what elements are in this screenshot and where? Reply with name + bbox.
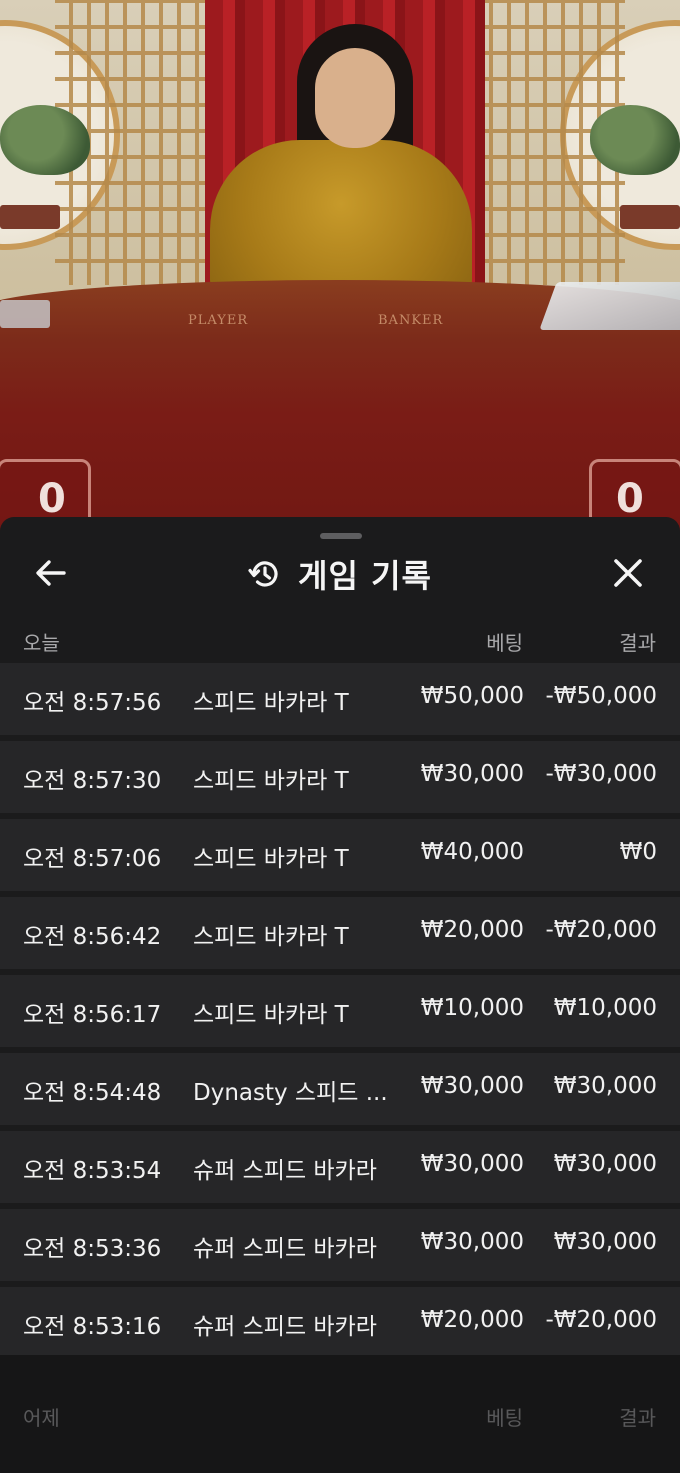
table-player-label: PLAYER <box>188 313 249 328</box>
row-bet: ₩40,000 <box>420 839 524 865</box>
player-score: 0 <box>38 476 66 522</box>
history-row[interactable]: 오전 8:53:16 슈퍼 스피드 바카라 ₩20,000 -₩20,000 <box>0 1287 680 1359</box>
row-result: ₩10,000 <box>553 995 657 1021</box>
row-result: -₩20,000 <box>545 1307 657 1333</box>
row-time: 오전 8:53:54 <box>23 1158 162 1184</box>
row-bet: ₩30,000 <box>420 761 524 787</box>
table-banker-label: BANKER <box>378 313 444 328</box>
row-game: 스피드 바카라 T <box>193 846 349 872</box>
row-game: 스피드 바카라 T <box>193 924 349 950</box>
arrow-left-icon <box>35 559 67 591</box>
row-game: 스피드 바카라 T <box>193 690 349 716</box>
row-game: 슈퍼 스피드 바카라 <box>193 1314 377 1340</box>
bet-column-header: 베팅 <box>486 631 523 655</box>
history-row[interactable]: 오전 8:53:36 슈퍼 스피드 바카라 ₩30,000 ₩30,000 <box>0 1209 680 1281</box>
history-row[interactable]: 오전 8:57:56 스피드 바카라 T ₩50,000 -₩50,000 <box>0 663 680 735</box>
yesterday-section-header: 어제 베팅 결과 <box>0 1394 680 1434</box>
bonsai-pot-right <box>620 205 680 229</box>
game-history-sheet: 게임 기록 오늘 베팅 결과 오전 8:57:56 스피드 바카라 T ₩50, <box>0 517 680 1473</box>
row-bet: ₩10,000 <box>420 995 524 1021</box>
history-row[interactable]: 오전 8:53:54 슈퍼 스피드 바카라 ₩30,000 ₩30,000 <box>0 1131 680 1203</box>
yesterday-label: 어제 <box>23 1406 60 1430</box>
row-result: ₩30,000 <box>553 1151 657 1177</box>
history-row[interactable]: 오전 8:57:06 스피드 바카라 T ₩40,000 ₩0 <box>0 819 680 891</box>
dealer-face <box>315 48 395 148</box>
row-time: 오전 8:57:06 <box>23 846 162 872</box>
row-bet: ₩30,000 <box>420 1151 524 1177</box>
back-button[interactable] <box>26 557 76 593</box>
row-result: ₩30,000 <box>553 1073 657 1099</box>
chip-tray <box>0 300 50 328</box>
row-bet: ₩20,000 <box>420 1307 524 1333</box>
row-result: -₩50,000 <box>545 683 657 709</box>
row-result: -₩30,000 <box>545 761 657 787</box>
close-button[interactable] <box>603 557 653 593</box>
page-title: 게임 기록 <box>298 557 432 595</box>
row-bet: ₩20,000 <box>420 917 524 943</box>
row-time: 오전 8:53:16 <box>23 1314 162 1340</box>
row-bet: ₩30,000 <box>420 1229 524 1255</box>
row-time: 오전 8:57:56 <box>23 690 162 716</box>
row-time: 오전 8:56:17 <box>23 1002 162 1028</box>
history-row[interactable]: 오전 8:56:42 스피드 바카라 T ₩20,000 -₩20,000 <box>0 897 680 969</box>
result-column-header: 결과 <box>619 631 656 655</box>
bet-column-header: 베팅 <box>486 1406 523 1430</box>
sheet-header: 게임 기록 <box>0 539 680 609</box>
live-video-feed: PLAYER BANKER 0 0 <box>0 0 680 540</box>
row-game: 슈퍼 스피드 바카라 <box>193 1236 377 1262</box>
bonsai-pot-left <box>0 205 60 229</box>
today-section-header: 오늘 베팅 결과 <box>0 619 680 659</box>
result-column-header: 결과 <box>619 1406 656 1430</box>
row-game: 슈퍼 스피드 바카라 <box>193 1158 377 1184</box>
row-bet: ₩30,000 <box>420 1073 524 1099</box>
close-x-icon <box>613 558 643 592</box>
banker-score: 0 <box>616 476 644 522</box>
row-time: 오전 8:56:42 <box>23 924 162 950</box>
history-row[interactable]: 오전 8:54:48 Dynasty 스피드 ... ₩30,000 ₩30,0… <box>0 1053 680 1125</box>
row-result: ₩0 <box>619 839 657 865</box>
row-result: ₩30,000 <box>553 1229 657 1255</box>
row-result: -₩20,000 <box>545 917 657 943</box>
title-group: 게임 기록 <box>0 539 680 609</box>
dealer-body <box>210 140 472 300</box>
row-game: 스피드 바카라 T <box>193 768 349 794</box>
row-time: 오전 8:54:48 <box>23 1080 162 1106</box>
card-shoe <box>539 282 680 330</box>
history-row[interactable]: 오전 8:56:17 스피드 바카라 T ₩10,000 ₩10,000 <box>0 975 680 1047</box>
today-label: 오늘 <box>23 631 60 655</box>
history-clock-icon <box>248 557 282 591</box>
row-time: 오전 8:57:30 <box>23 768 162 794</box>
row-bet: ₩50,000 <box>420 683 524 709</box>
row-time: 오전 8:53:36 <box>23 1236 162 1262</box>
history-row[interactable]: 오전 8:57:30 스피드 바카라 T ₩30,000 -₩30,000 <box>0 741 680 813</box>
row-game: 스피드 바카라 T <box>193 1002 349 1028</box>
row-game: Dynasty 스피드 ... <box>193 1080 388 1106</box>
history-list: 오전 8:57:56 스피드 바카라 T ₩50,000 -₩50,000 오전… <box>0 663 680 1365</box>
